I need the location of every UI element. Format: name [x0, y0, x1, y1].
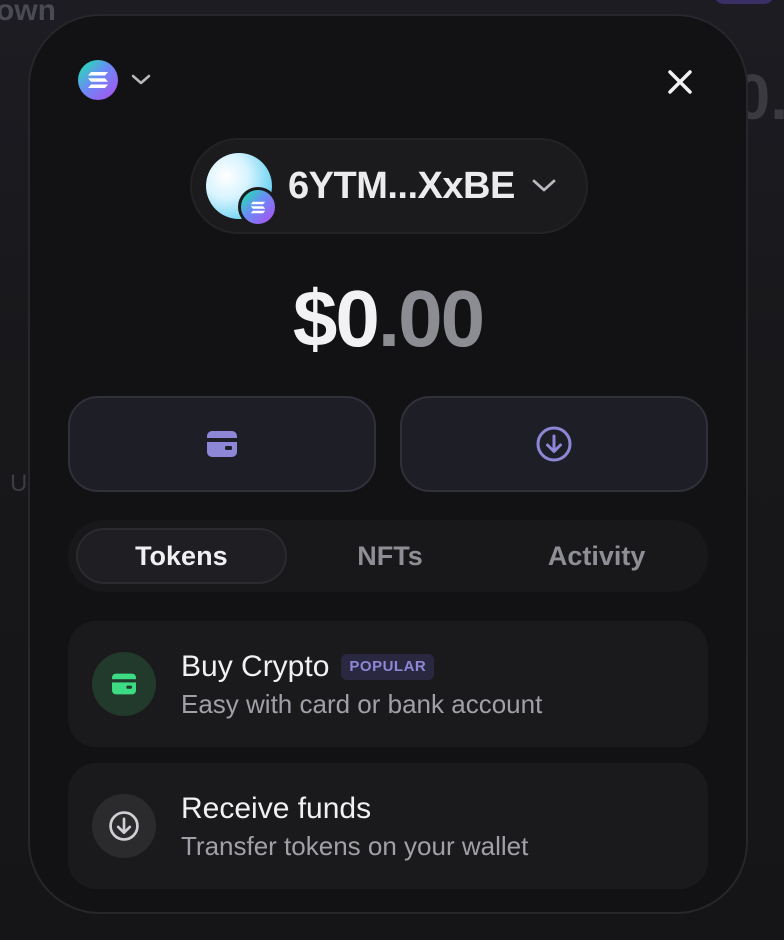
wallet-address: 6YTM...XxBE [288, 164, 515, 207]
buy-button[interactable] [68, 396, 376, 492]
solana-badge-icon [238, 187, 278, 227]
receive-button[interactable] [400, 396, 708, 492]
balance-decimal: .00 [377, 274, 485, 363]
arrow-down-circle-icon [536, 426, 572, 462]
tab-nfts[interactable]: NFTs [287, 528, 494, 584]
chevron-down-icon [130, 73, 152, 87]
wallet-modal: 6YTM...XxBE $0.00 Tokens NFTs Activity B… [28, 14, 748, 914]
background-text: own [0, 0, 56, 27]
network-selector[interactable] [78, 60, 152, 100]
receive-funds-text: Receive funds Transfer tokens on your wa… [181, 790, 528, 862]
buy-crypto-card[interactable]: Buy Crypto POPULAR Easy with card or ban… [68, 621, 708, 747]
account-selector[interactable]: 6YTM...XxBE [190, 138, 588, 234]
solana-icon [78, 60, 118, 100]
close-icon [668, 70, 692, 94]
balance-display: $0.00 [30, 274, 746, 364]
close-button[interactable] [662, 64, 698, 100]
balance-integer: $0 [292, 274, 380, 363]
tab-activity[interactable]: Activity [493, 528, 700, 584]
tab-bar: Tokens NFTs Activity [68, 520, 708, 592]
card-title: Receive funds [181, 792, 372, 825]
wallet-card-icon [92, 652, 156, 716]
background-accent [714, 0, 774, 4]
buy-crypto-text: Buy Crypto POPULAR Easy with card or ban… [181, 648, 542, 720]
card-subtitle: Transfer tokens on your wallet [181, 831, 529, 861]
buy-crypto-title-row: Buy Crypto POPULAR [181, 648, 542, 686]
wallet-card-icon [207, 431, 237, 457]
chevron-down-icon [531, 178, 557, 194]
background-label: U [10, 470, 28, 497]
avatar-group [206, 153, 278, 227]
tab-tokens[interactable]: Tokens [76, 528, 287, 584]
card-title: Buy Crypto [181, 650, 330, 683]
popular-badge: POPULAR [341, 654, 435, 680]
arrow-down-circle-icon [92, 794, 156, 858]
card-subtitle: Easy with card or bank account [181, 689, 543, 719]
receive-funds-card[interactable]: Receive funds Transfer tokens on your wa… [68, 763, 708, 889]
